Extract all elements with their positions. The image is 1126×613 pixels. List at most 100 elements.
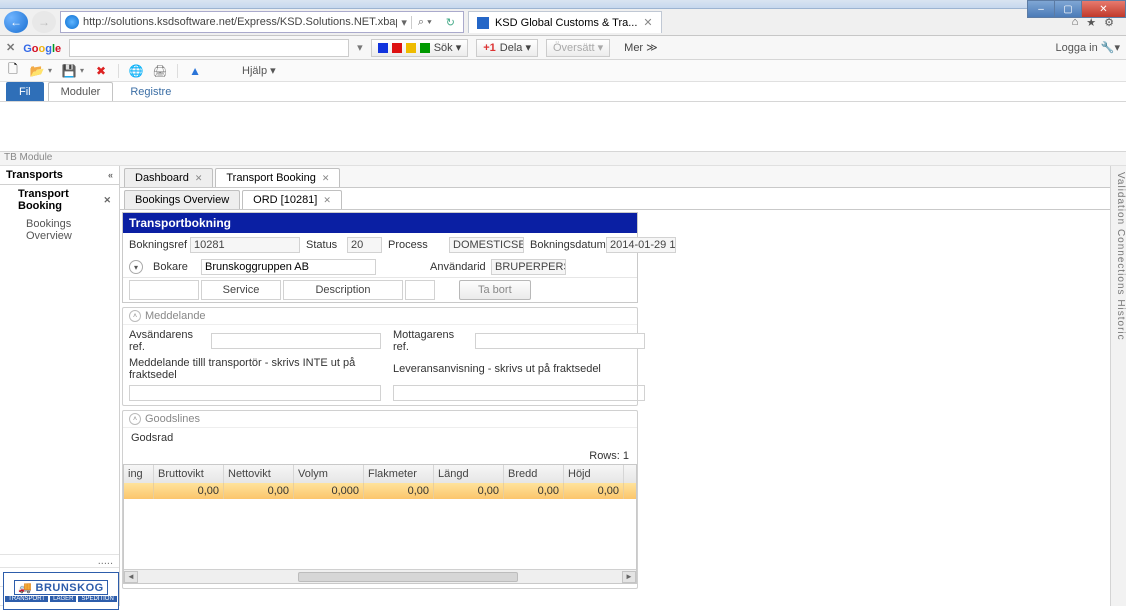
description-header: Description bbox=[283, 280, 403, 300]
browser-tab-title: KSD Global Customs & Tra... bbox=[495, 17, 637, 29]
col-hojd[interactable]: Höjd bbox=[564, 465, 624, 483]
scroll-thumb[interactable] bbox=[298, 572, 518, 582]
url-input[interactable] bbox=[83, 16, 397, 28]
collapse-icon[interactable]: ˄ bbox=[129, 413, 141, 425]
col-flakmeter[interactable]: Flakmeter bbox=[364, 465, 434, 483]
cell-flakmeter[interactable]: 0,00 bbox=[364, 483, 434, 499]
google-translate-button[interactable]: Översätt ▾ bbox=[546, 39, 610, 57]
col-langd[interactable]: Längd bbox=[434, 465, 504, 483]
section-title: Goodslines bbox=[145, 413, 200, 425]
save-icon[interactable]: 💾 bbox=[62, 64, 76, 78]
col-volym[interactable]: Volym bbox=[294, 465, 364, 483]
ribbon-tab-moduler[interactable]: Moduler bbox=[48, 82, 114, 101]
url-dropdown-icon[interactable]: ▾ bbox=[401, 16, 407, 29]
google-share-button[interactable]: +1Dela ▾ bbox=[476, 39, 538, 57]
label-avsandarens-ref: Avsändarens ref. bbox=[129, 329, 199, 353]
open-icon[interactable]: 📂 bbox=[30, 64, 44, 78]
up-arrow-icon[interactable]: ▲ bbox=[188, 64, 202, 78]
scroll-left-icon[interactable]: ◄ bbox=[124, 571, 138, 583]
google-search-input[interactable] bbox=[69, 39, 349, 57]
service-selector-left[interactable] bbox=[129, 280, 199, 300]
print-icon[interactable]: 🖨 bbox=[153, 64, 167, 78]
section-title: Meddelande bbox=[145, 310, 206, 322]
sidebar-item-transport-booking[interactable]: Transport Booking ✕ bbox=[0, 185, 119, 215]
cell-langd[interactable]: 0,00 bbox=[434, 483, 504, 499]
address-bar[interactable]: ▾ ⌕ ▾ ↻ bbox=[60, 11, 464, 33]
google-search-button[interactable]: Sök ▾ bbox=[371, 39, 469, 57]
transportbokning-panel: Transportbokning Bokningsref 10281 Statu… bbox=[122, 212, 638, 303]
right-rail-tabs[interactable]: Validation Connections Historic bbox=[1110, 166, 1126, 606]
browser-forward-button[interactable]: → bbox=[32, 11, 56, 33]
browser-toolbar: ← → ▾ ⌕ ▾ ↻ KSD Global Customs & Tra... … bbox=[0, 9, 1126, 36]
label-anvandarid: Användarid bbox=[430, 261, 485, 273]
tab-close-icon[interactable]: ✕ bbox=[643, 16, 652, 29]
ribbon-tab-fil[interactable]: Fil bbox=[6, 82, 44, 101]
ribbon-tab-registre[interactable]: Registre bbox=[117, 82, 184, 101]
world-icon[interactable]: 🌐 bbox=[129, 64, 143, 78]
sidebar: Transports « Transport Booking ✕ Booking… bbox=[0, 166, 120, 606]
window-maximize-button[interactable]: ▢ bbox=[1054, 0, 1082, 18]
tab-bookings-overview[interactable]: Bookings Overview bbox=[124, 190, 240, 209]
field-status: 20 bbox=[347, 237, 382, 253]
field-bokare[interactable]: Brunskoggruppen AB bbox=[201, 259, 376, 275]
label-process: Process bbox=[388, 239, 443, 251]
window-minimize-button[interactable]: – bbox=[1027, 0, 1055, 18]
sidebar-collapse-icon[interactable]: « bbox=[108, 170, 113, 180]
table-row[interactable]: 0,00 0,00 0,000 0,00 0,00 0,00 0,00 bbox=[124, 483, 636, 499]
goodslines-table: ing Bruttovikt Nettovikt Volym Flakmeter… bbox=[123, 464, 637, 584]
cell-bredd[interactable]: 0,00 bbox=[504, 483, 564, 499]
service-header: Service bbox=[201, 280, 281, 300]
search-icon[interactable]: ⌕ ▾ bbox=[411, 16, 438, 29]
refresh-icon[interactable]: ↻ bbox=[442, 16, 459, 29]
brunskog-logo: 🚚BRUNSKOG TRANSPORTLAGERSPEDITION bbox=[3, 572, 119, 610]
close-icon[interactable]: ✕ bbox=[322, 173, 330, 184]
ta-bort-button[interactable]: Ta bort bbox=[459, 280, 531, 300]
field-leveransanvisning[interactable] bbox=[393, 385, 645, 401]
cell-bruttovikt[interactable]: 0,00 bbox=[154, 483, 224, 499]
content-tabs-level2: Bookings Overview ORD [10281]✕ bbox=[120, 188, 1126, 210]
service-selector-right[interactable] bbox=[405, 280, 435, 300]
col-nettovikt[interactable]: Nettovikt bbox=[224, 465, 294, 483]
col-bredd[interactable]: Bredd bbox=[504, 465, 564, 483]
ribbon-tabs: Fil Moduler Registre bbox=[0, 82, 1126, 102]
sidebar-resize-dots[interactable]: ..... bbox=[0, 554, 119, 567]
label-meddelande-transportor: Meddelande tilll transportör - skrivs IN… bbox=[129, 357, 381, 381]
horizontal-scrollbar[interactable]: ◄ ► bbox=[124, 569, 636, 583]
cell-hojd[interactable]: 0,00 bbox=[564, 483, 624, 499]
toolbar-close-icon[interactable]: ✕ bbox=[6, 41, 15, 54]
tab-ord-10281[interactable]: ORD [10281]✕ bbox=[242, 190, 342, 209]
goodslines-row-count: Rows: 1 bbox=[123, 448, 637, 464]
col-bruttovikt[interactable]: Bruttovikt bbox=[154, 465, 224, 483]
cell-ing[interactable] bbox=[124, 483, 154, 499]
tab-transport-booking[interactable]: Transport Booking✕ bbox=[215, 168, 340, 187]
col-ing[interactable]: ing bbox=[124, 465, 154, 483]
field-meddelande-transportor[interactable] bbox=[129, 385, 381, 401]
sidebar-item-close-icon[interactable]: ✕ bbox=[103, 195, 111, 206]
google-more-button[interactable]: Mer ≫ bbox=[618, 39, 664, 57]
google-login-button[interactable]: Logga in 🔧▾ bbox=[1056, 41, 1120, 54]
ie-icon bbox=[65, 15, 79, 29]
content-area: Dashboard✕ Transport Booking✕ Bookings O… bbox=[120, 166, 1126, 606]
browser-tab[interactable]: KSD Global Customs & Tra... ✕ bbox=[468, 11, 662, 33]
browser-back-button[interactable]: ← bbox=[4, 11, 28, 33]
scroll-right-icon[interactable]: ► bbox=[622, 571, 636, 583]
close-icon[interactable]: ✕ bbox=[195, 173, 203, 184]
google-logo-icon[interactable]: Google bbox=[23, 40, 61, 55]
new-icon[interactable]: 🗋 bbox=[6, 64, 20, 78]
collapse-icon[interactable]: ˄ bbox=[129, 310, 141, 322]
sidebar-item-label: Transport Booking bbox=[18, 188, 103, 212]
close-icon[interactable]: ✕ bbox=[323, 195, 331, 206]
tab-dashboard[interactable]: Dashboard✕ bbox=[124, 168, 213, 187]
delete-icon[interactable]: ✖ bbox=[94, 64, 108, 78]
expand-bokare-icon[interactable]: ▾ bbox=[129, 260, 143, 274]
help-menu[interactable]: Hjälp ▾ bbox=[242, 64, 276, 77]
tb-module-label: TB Module bbox=[0, 152, 1126, 166]
window-close-button[interactable]: ✕ bbox=[1081, 0, 1126, 18]
sidebar-item-bookings-overview[interactable]: Bookings Overview bbox=[0, 215, 119, 245]
field-avsandarens-ref[interactable] bbox=[211, 333, 381, 349]
cell-volym[interactable]: 0,000 bbox=[294, 483, 364, 499]
goodslines-section: ˄Goodslines Godsrad Rows: 1 ing Bruttovi… bbox=[122, 410, 638, 589]
cell-nettovikt[interactable]: 0,00 bbox=[224, 483, 294, 499]
label-mottagarens-ref: Mottagarens ref. bbox=[393, 329, 463, 353]
field-mottagarens-ref[interactable] bbox=[475, 333, 645, 349]
